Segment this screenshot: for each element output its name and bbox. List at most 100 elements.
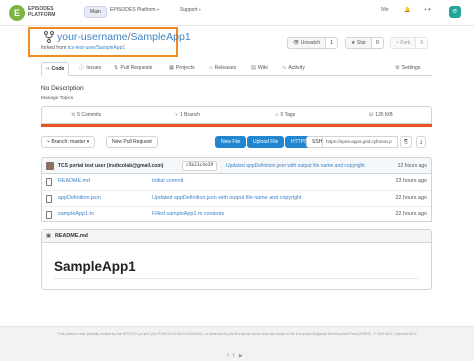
- branches-count: 1 Branch: [180, 112, 201, 118]
- commit-author-avatar: [46, 162, 54, 170]
- tab-projects[interactable]: ▦ Projects: [169, 62, 195, 76]
- tab-releases[interactable]: ⬦ Releases: [209, 62, 236, 76]
- branches-stat[interactable]: ⑂ 1 Branch: [175, 112, 200, 118]
- nav-platform[interactable]: EPISODES Platform ▾: [110, 7, 159, 13]
- star-button-group[interactable]: ★ Star 0: [345, 37, 384, 49]
- tab-activity[interactable]: ∿ Activity: [282, 62, 305, 76]
- branch-icon: ⑂: [47, 139, 51, 145]
- star-count[interactable]: 0: [372, 38, 383, 48]
- file-list: README.md Initial commit 23 hours ago ap…: [41, 174, 432, 222]
- repo-description: No Description: [41, 85, 84, 92]
- readme-header: ▣ README.md: [42, 230, 431, 243]
- star-button[interactable]: ★ Star: [346, 38, 373, 48]
- file-name[interactable]: README.md: [58, 178, 90, 184]
- fork-button-group[interactable]: ⑂ Fork 0: [390, 37, 429, 49]
- page-footer: This platform was partially funded by th…: [0, 326, 474, 361]
- nav-main[interactable]: Main: [84, 6, 107, 18]
- file-time: 22 hours ago: [395, 195, 427, 201]
- file-name[interactable]: sampleApp1.m: [58, 211, 94, 217]
- readme-filename: README.md: [55, 233, 88, 239]
- file-time: 22 hours ago: [395, 211, 427, 217]
- fork-button[interactable]: ⑂ Fork: [391, 38, 417, 48]
- footer-text: This platform was partially funded by th…: [57, 332, 417, 336]
- footer-social-icons: f𝕥▶: [0, 353, 474, 359]
- new-pull-request-button[interactable]: New Pull Request: [106, 136, 158, 148]
- database-icon: ⛁: [369, 112, 374, 118]
- bell-icon[interactable]: 🔔: [404, 7, 410, 13]
- pull-request-icon: ⇅: [114, 65, 119, 71]
- commit-author[interactable]: TCS portal test user (irsdicolab@gmail.c…: [58, 163, 163, 169]
- tab-releases-label: Releases: [214, 65, 237, 71]
- book-icon: ▣: [46, 233, 52, 239]
- latest-commit-bar: TCS portal test user (irsdicolab@gmail.c…: [41, 157, 432, 174]
- tab-pull-requests[interactable]: ⇅ Pull Requests: [114, 62, 152, 76]
- nav-right-item[interactable]: Nfe: [381, 7, 389, 13]
- branch-dropdown[interactable]: ⑂ Branch: master ▾: [41, 136, 96, 148]
- unwatch-button[interactable]: 👁 Unwatch: [288, 38, 327, 48]
- logo-mark: E: [9, 5, 25, 21]
- upload-file-button[interactable]: Upload File: [247, 136, 285, 148]
- repo-stats: ⟲ 5 Commits ⑂ 1 Branch ⬦ 0 Tags ⛁ 135 KiB: [41, 106, 432, 124]
- repo-owner-link[interactable]: your-username: [57, 31, 128, 43]
- file-name[interactable]: appDefinition.json: [58, 195, 101, 201]
- tab-activity-label: Activity: [288, 65, 305, 71]
- plus-icon[interactable]: + ▾: [424, 7, 431, 13]
- tab-issues[interactable]: ⓘ Issues: [79, 62, 101, 76]
- file-commit-message[interactable]: Updated appDefinition.json with output f…: [152, 195, 302, 201]
- repo-title: your-username/SampleApp1: [57, 31, 191, 43]
- forked-from-link[interactable]: tcs-test-user/SampleApp1: [68, 45, 126, 51]
- commit-message[interactable]: Updated appDefinition.json with output f…: [226, 163, 365, 169]
- platform-logo[interactable]: E EPISODES PLATFORM: [9, 4, 69, 22]
- repo-tabs: ‹› Code ⓘ Issues ⇅ Pull Requests ▦ Projects …: [41, 62, 432, 76]
- manage-topics-link[interactable]: Manage Topics: [41, 96, 73, 101]
- watch-count[interactable]: 1: [326, 38, 337, 48]
- repo-name-link[interactable]: SampleApp1: [131, 31, 191, 43]
- activity-icon: ∿: [282, 65, 287, 71]
- nav-support[interactable]: Support ▾: [180, 7, 201, 13]
- download-icon[interactable]: ⤓: [416, 136, 427, 148]
- tab-pull-requests-label: Pull Requests: [120, 65, 153, 71]
- nav-platform-label: EPISODES Platform: [110, 7, 156, 13]
- branch-dropdown-label: Branch: master: [51, 139, 86, 145]
- fork-icon: [44, 31, 54, 43]
- copy-icon[interactable]: ⎘: [400, 136, 413, 148]
- youtube-icon[interactable]: ▶: [239, 353, 247, 359]
- commit-sha[interactable]: c5b23c4e19: [182, 161, 218, 171]
- code-icon: ‹›: [46, 66, 50, 72]
- clone-url-input[interactable]: https://epos-apps.grid.cyfronet.p: [322, 136, 398, 148]
- commit-time: 22 hours ago: [397, 163, 427, 169]
- user-avatar[interactable]: e: [449, 6, 461, 18]
- file-commit-message[interactable]: Filled sampleApp1.m contents: [152, 211, 224, 217]
- branch-row: ⑂ Branch: master ▾ New Pull Request New …: [41, 136, 432, 149]
- commits-stat[interactable]: ⟲ 5 Commits: [71, 112, 101, 118]
- logo-text: EPISODES PLATFORM: [28, 6, 56, 18]
- top-navbar: E EPISODES PLATFORM Main EPISODES Platfo…: [0, 0, 474, 26]
- chevron-down-icon: ▾: [86, 139, 90, 145]
- tags-count: 0 Tags: [280, 112, 296, 118]
- table-row: sampleApp1.m Filled sampleApp1.m content…: [42, 206, 431, 222]
- tab-issues-label: Issues: [86, 65, 102, 71]
- tab-wiki-label: Wiki: [257, 65, 268, 71]
- new-file-button[interactable]: New File: [215, 136, 247, 148]
- issues-icon: ⓘ: [79, 65, 85, 71]
- chevron-down-icon: ▾: [198, 7, 201, 12]
- releases-icon: ⬦: [209, 65, 213, 71]
- fork-label: Fork: [400, 40, 411, 46]
- forked-from: forked from tcs-test-user/SampleApp1: [41, 45, 125, 51]
- fork-count[interactable]: 0: [416, 38, 427, 48]
- file-commit-message[interactable]: Initial commit: [152, 178, 183, 184]
- file-icon: [46, 195, 52, 203]
- readme-divider: [54, 278, 419, 279]
- unwatch-button-group[interactable]: 👁 Unwatch 1: [287, 37, 338, 49]
- tab-code-label: Code: [51, 66, 65, 72]
- tab-settings[interactable]: ⚙ Settings: [395, 62, 420, 76]
- tags-stat[interactable]: ⬦ 0 Tags: [275, 112, 295, 118]
- tab-projects-label: Projects: [175, 65, 195, 71]
- repo-size: 135 KiB: [375, 112, 393, 118]
- nav-support-label: Support: [180, 7, 198, 13]
- branch-icon: ⑂: [175, 112, 179, 118]
- tab-wiki[interactable]: ▤ Wiki: [251, 62, 268, 76]
- tab-code[interactable]: ‹› Code: [41, 62, 70, 76]
- table-row: appDefinition.json Updated appDefinition…: [42, 190, 431, 206]
- tab-settings-label: Settings: [401, 65, 421, 71]
